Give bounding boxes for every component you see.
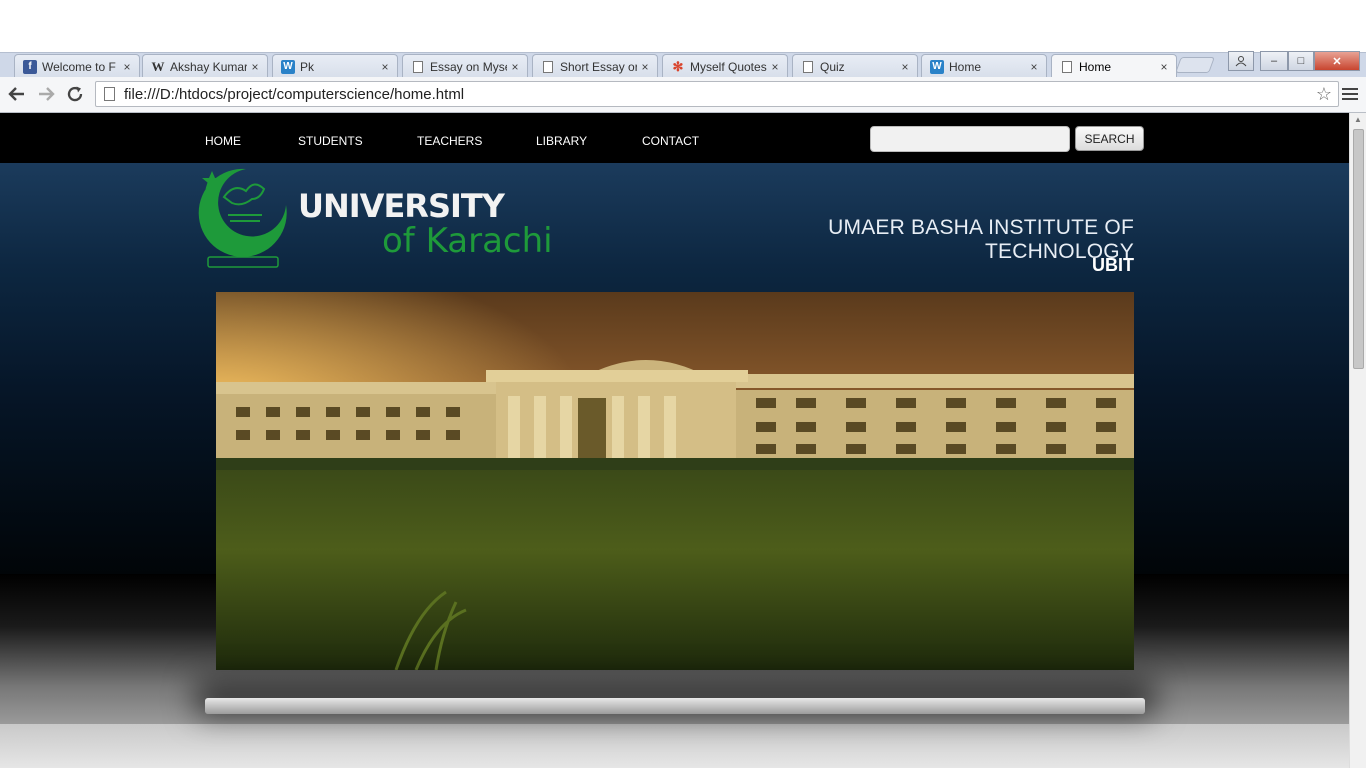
tab-home-weebly[interactable]: W Home × — [921, 54, 1047, 78]
tab-title: Essay on Myse — [430, 59, 507, 74]
tab-pk[interactable]: W Pk × — [272, 54, 398, 78]
tab-title: Home — [949, 59, 982, 74]
site-navbar: HOME STUDENTS TEACHERS LIBRARY CONTACT S… — [0, 113, 1349, 163]
pinwheel-icon: ✻ — [672, 58, 684, 74]
logo-line2: of Karachi — [382, 221, 553, 261]
content-shelf — [205, 698, 1145, 714]
nav-teachers[interactable]: TEACHERS — [417, 134, 482, 148]
nav-home[interactable]: HOME — [205, 134, 241, 148]
tab-title: Short Essay or — [560, 59, 637, 74]
browser-chrome: f Welcome to F × W Akshay Kumar × W Pk ×… — [0, 51, 1366, 113]
close-icon[interactable]: × — [897, 60, 913, 74]
back-arrow-icon — [8, 87, 24, 101]
tab-essay-myself[interactable]: Essay on Myse × — [402, 54, 528, 78]
campus-photo — [216, 292, 1134, 670]
nav-library[interactable]: LIBRARY — [536, 134, 587, 148]
reload-button[interactable] — [64, 83, 86, 105]
institute-short-name: UBIT — [1092, 255, 1134, 275]
tab-home-active[interactable]: Home × — [1051, 54, 1177, 79]
window-close-button[interactable]: ✕ — [1314, 51, 1360, 71]
tab-title: Myself Quotes — [690, 59, 767, 74]
page-icon — [801, 60, 815, 74]
page-viewport: HOME STUDENTS TEACHERS LIBRARY CONTACT S… — [0, 113, 1349, 768]
tab-quiz[interactable]: Quiz × — [792, 54, 918, 78]
page-icon — [411, 60, 425, 74]
forward-button[interactable] — [35, 83, 57, 105]
url-text: file:///D:/htdocs/project/computerscienc… — [124, 85, 465, 103]
browser-toolbar: file:///D:/htdocs/project/computerscienc… — [0, 77, 1366, 113]
profile-icon[interactable] — [1228, 51, 1254, 71]
vertical-scrollbar[interactable]: ▲ — [1349, 113, 1366, 768]
close-icon[interactable]: × — [119, 60, 135, 74]
page-icon — [104, 87, 115, 101]
tab-short-essay[interactable]: Short Essay or × — [532, 54, 658, 78]
tab-title: Home — [1079, 60, 1112, 74]
close-icon[interactable]: × — [377, 60, 393, 74]
search-button[interactable]: SEARCH — [1075, 126, 1144, 151]
reload-icon — [67, 86, 83, 102]
tab-title: Akshay Kumar — [170, 59, 247, 74]
back-button[interactable] — [6, 83, 28, 105]
address-bar[interactable]: file:///D:/htdocs/project/computerscienc… — [95, 81, 1339, 107]
bookmark-star-icon[interactable]: ☆ — [1316, 84, 1332, 105]
close-icon[interactable]: × — [507, 60, 523, 74]
logo-line1: UNIVERSITY — [298, 187, 505, 225]
close-icon[interactable]: × — [247, 60, 263, 74]
tab-title: Welcome to F — [42, 59, 116, 74]
footer-strip — [0, 724, 1349, 768]
nav-contact[interactable]: CONTACT — [642, 134, 699, 148]
close-icon[interactable]: × — [767, 60, 783, 74]
tab-facebook[interactable]: f Welcome to F × — [14, 54, 140, 78]
scroll-up-icon[interactable]: ▲ — [1354, 115, 1362, 124]
university-logo[interactable]: UNIVERSITY of Karachi — [198, 165, 558, 275]
close-icon[interactable]: × — [637, 60, 653, 74]
tab-title: Quiz — [820, 59, 845, 74]
page-icon — [541, 60, 555, 74]
new-tab-button[interactable] — [1175, 57, 1215, 73]
tab-myself-quotes[interactable]: ✻ Myself Quotes × — [662, 54, 788, 78]
tab-title: Pk — [300, 59, 315, 74]
weebly-icon: W — [281, 59, 295, 74]
tab-strip: f Welcome to F × W Akshay Kumar × W Pk ×… — [0, 51, 1366, 79]
nav-students[interactable]: STUDENTS — [298, 134, 363, 148]
close-icon[interactable]: × — [1156, 60, 1172, 74]
search-input[interactable] — [870, 126, 1070, 152]
tab-wikipedia[interactable]: W Akshay Kumar × — [142, 54, 268, 78]
close-icon[interactable]: × — [1026, 60, 1042, 74]
forward-arrow-icon — [39, 87, 55, 101]
wikipedia-icon: W — [151, 58, 165, 74]
facebook-icon: f — [23, 59, 37, 74]
maximize-button[interactable]: □ — [1288, 51, 1314, 71]
scroll-thumb[interactable] — [1353, 129, 1364, 369]
minimize-button[interactable]: – — [1260, 51, 1288, 71]
page-icon — [1060, 60, 1074, 74]
weebly-icon: W — [930, 59, 944, 74]
menu-icon[interactable] — [1342, 85, 1358, 103]
